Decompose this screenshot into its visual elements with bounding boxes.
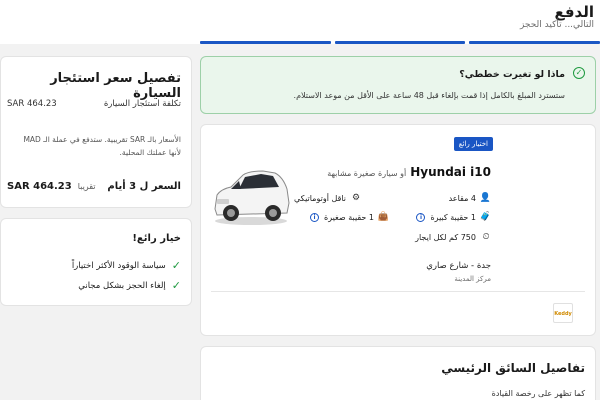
great-choice-card: خيار رائع! ✓ سياسة الوقود الأكثر اختيارا…	[0, 218, 192, 306]
page-title: الدفع	[554, 3, 594, 21]
great-choice-item-label: إلغاء الحجز بشكل مجاني	[78, 280, 166, 291]
car-image	[214, 170, 290, 225]
rental-cost-row: تكلفة استئجار السيارة SAR 464.23	[7, 99, 181, 109]
spec-transmission: ⚙ ناقل أوتوماتيكي	[294, 193, 361, 203]
info-icon[interactable]: i	[310, 212, 320, 222]
spec-mileage: ⏲ 750 كم لكل ايجار	[415, 232, 491, 242]
great-choice-badge: اختيار رائع	[453, 137, 493, 151]
total-approx-label: تقريبا	[77, 182, 96, 191]
progress-step	[200, 41, 331, 44]
car-model: Hyundai i10	[410, 165, 491, 179]
spec-small-bag: 👜 1 حقيبة صغيرة i	[310, 212, 389, 222]
spec-small-bag-label: 1 حقيبة صغيرة	[324, 212, 374, 222]
currency-note: الأسعار بالـ SAR تقريبية. ستدفع في عملة …	[23, 135, 181, 157]
total-price-row: السعر ل 3 أيام تقريبا SAR 464.23	[7, 181, 181, 192]
spec-large-bag-label: 1 حقيبة كبيرة	[430, 212, 476, 222]
divider	[211, 291, 585, 292]
price-breakdown-card: تفصيل سعر استئجار السيارة تكلفة استئجار …	[0, 56, 192, 208]
driver-details-card: تفاصيل السائق الرئيسي كما تظهر على رخصة …	[200, 346, 596, 400]
seat-icon: 👤	[479, 193, 491, 203]
spec-transmission-label: ناقل أوتوماتيكي	[294, 193, 346, 203]
notice-title: ماذا لو تغيرت خططي؟	[459, 69, 565, 80]
total-price-label: السعر ل 3 أيام	[107, 181, 181, 192]
great-choice-item-label: سياسة الوقود الأكثر اختياراً	[71, 260, 166, 271]
cancellation-notice: ✓ ماذا لو تغيرت خططي؟ ستسترد المبلغ بالك…	[200, 56, 596, 114]
info-icon[interactable]: i	[416, 212, 426, 222]
suitcase-icon: 🧳	[479, 212, 491, 222]
great-choice-item: ✓ إلغاء الحجز بشكل مجاني	[78, 279, 181, 292]
car-similar-label: أو سيارة صغيرة مشابهة	[327, 169, 407, 178]
check-circle-icon: ✓	[573, 67, 585, 79]
supplier-logo: Keddy	[553, 303, 573, 323]
notice-text: ستسترد المبلغ بالكامل إذا قمت بإلغاء قبل…	[293, 91, 565, 100]
rental-cost-label: تكلفة استئجار السيارة	[103, 99, 181, 109]
spec-large-bag: 🧳 1 حقيبة كبيرة i	[416, 212, 491, 222]
check-icon: ✓	[171, 279, 181, 292]
great-choice-item: ✓ سياسة الوقود الأكثر اختياراً	[72, 259, 181, 272]
car-details-card: اختيار رائع Hyundai i10 أو سيارة صغيرة م…	[200, 124, 596, 336]
progress-step	[469, 41, 600, 44]
pickup-location-type: مركز المدينة	[454, 275, 491, 283]
page-subtitle: التالي... تأكيد الحجز	[519, 20, 594, 30]
great-choice-title: خيار رائع!	[132, 233, 181, 244]
pickup-location: جدة - شارع صاري	[426, 261, 491, 271]
small-bag-icon: 👜	[377, 212, 389, 222]
price-breakdown-title: تفصيل سعر استئجار السيارة	[50, 71, 181, 101]
speedometer-icon: ⏲	[482, 232, 490, 242]
progress-step	[334, 41, 466, 44]
check-icon: ✓	[171, 259, 181, 272]
gear-shift-icon: ⚙	[351, 193, 361, 203]
spec-mileage-label: 750 كم لكل ايجار	[415, 232, 476, 242]
progress-steps	[200, 41, 600, 44]
driver-details-title: تفاصيل السائق الرئيسي	[441, 361, 585, 375]
car-title: Hyundai i10 أو سيارة صغيرة مشابهة	[327, 165, 491, 179]
top-header: الدفع التالي... تأكيد الحجز	[0, 0, 600, 44]
total-price-amount: SAR 464.23	[7, 181, 72, 192]
rental-cost-amount: SAR 464.23	[7, 99, 57, 109]
spec-seats-label: 4 مقاعد	[448, 193, 476, 203]
spec-seats: 👤 4 مقاعد	[449, 193, 491, 203]
driver-details-subtitle: كما تظهر على رخصة القيادة	[491, 389, 585, 398]
